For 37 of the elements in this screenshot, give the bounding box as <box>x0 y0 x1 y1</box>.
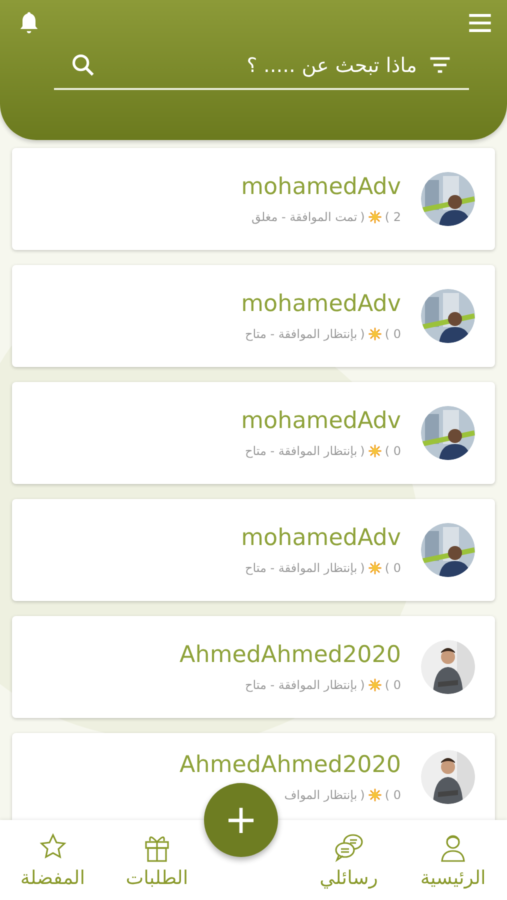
nav-item[interactable]: المفضلة <box>20 831 85 889</box>
nav-item[interactable]: الطلبات <box>126 831 188 889</box>
sun-icon <box>368 327 382 341</box>
sun-icon <box>368 561 382 575</box>
user-name: mohamedAdv <box>241 174 401 200</box>
count-text: ( 2 <box>384 210 401 224</box>
sun-icon <box>368 210 382 224</box>
sun-icon <box>368 788 382 802</box>
count-text: ( 0 <box>384 561 401 575</box>
sun-icon <box>368 444 382 458</box>
user-name: AhmedAhmed2020 <box>180 642 401 668</box>
user-name: mohamedAdv <box>241 525 401 551</box>
count-text: ( 0 <box>384 444 401 458</box>
status-text: بإنتظار الموافقة - متاح <box>244 327 358 341</box>
nav-item[interactable]: رسائلي <box>320 831 378 889</box>
search-field[interactable]: ماذا تبحث عن ..... ؟ <box>106 53 417 77</box>
chat-icon <box>332 831 365 863</box>
status-text: بإنتظار الموافقة - متاح <box>244 444 358 458</box>
nav-item[interactable]: الرئيسية <box>420 831 486 889</box>
user-name: mohamedAdv <box>241 291 401 317</box>
user-name: AhmedAhmed2020 <box>180 752 401 778</box>
status-text: تمت الموافقة - مغلق <box>251 210 358 224</box>
bracket-text: ) <box>360 327 365 341</box>
bracket-text: ) <box>360 788 365 802</box>
status-text: بإنتظار الموافقة - متاح <box>244 561 358 575</box>
status-text: بإنتظار المواف <box>284 788 358 802</box>
bracket-text: ) <box>360 210 365 224</box>
search-icon[interactable] <box>70 52 96 78</box>
count-text: ( 0 <box>384 788 401 802</box>
bracket-text: ) <box>360 678 365 692</box>
user-name: mohamedAdv <box>241 408 401 434</box>
status-text: بإنتظار الموافقة - متاح <box>244 678 358 692</box>
count-text: ( 0 <box>384 678 401 692</box>
count-text: ( 0 <box>384 327 401 341</box>
bracket-text: ) <box>360 561 365 575</box>
bracket-text: ) <box>360 444 365 458</box>
sun-icon <box>368 678 382 692</box>
